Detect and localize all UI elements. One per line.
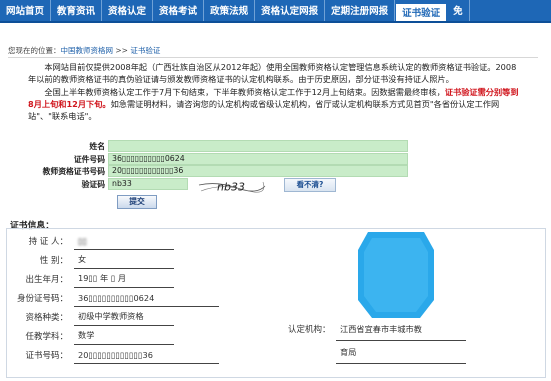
id-input[interactable]: 36▯▯▯▯▯▯▯▯▯▯0624 [108,153,408,165]
type-value: 初级中学教师资格 [74,310,174,326]
notice-paragraph-2: 全国上半年教师资格认定工作于7月下旬结束，下半年教师资格认定工作于12月上旬结束… [28,86,520,123]
cert-row: 教师资格证书号码 20▯▯▯▯▯▯▯▯▯▯▯▯36 [28,165,408,177]
breadcrumb-separator: >> [113,46,131,55]
nav-more[interactable]: 免 [447,0,470,21]
subject-value: 数学 [74,329,174,345]
captcha-image-text: nb33 [217,181,245,194]
subject-row: 任教学科： 数学 [4,325,174,345]
breadcrumb-divider [8,57,538,58]
captcha-row: 验证码 nb33 [28,178,188,190]
captcha-label: 验证码 [81,179,105,189]
birth-row: 出生年月： 19▯▯ 年 ▯ 月 [4,268,174,288]
nav-news[interactable]: 教育资讯 [51,0,103,21]
breadcrumb-prefix: 您现在的位置： [8,46,61,55]
name-row: 姓名 [28,140,408,152]
nav-cert-verify[interactable]: 证书验证 [395,2,448,21]
nav-exam[interactable]: 资格考试 [153,0,205,21]
cert-input[interactable]: 20▯▯▯▯▯▯▯▯▯▯▯▯36 [108,165,408,177]
birth-label: 出生年月： [25,275,68,285]
breadcrumb-current[interactable]: 证书验证 [130,46,160,55]
type-label: 资格种类： [25,313,68,323]
notice-p2-before: 全国上半年教师资格认定工作于7月下旬结束，下半年教师资格认定工作于12月上旬结束… [44,86,445,97]
name-input[interactable] [108,140,408,152]
certno-value: 20▯▯▯▯▯▯▯▯▯▯▯▯36 [74,350,219,364]
notice-paragraph-1: 本网站目前仅提供2008年起（广西壮族自治区从2012年起）使用全国教师资格认定… [28,62,517,85]
type-row: 资格种类： 初级中学教师资格 [4,306,174,326]
breadcrumb-home-link[interactable]: 中国教师资格网 [61,46,114,55]
gender-label: 性 别： [39,256,68,266]
org-label: 认定机构： [288,325,331,335]
holder-value: ▯▯ [74,236,174,250]
notice-text: 本网站目前仅提供2008年起（广西壮族自治区从2012年起）使用全国教师资格认定… [28,61,520,122]
idcard-label: 身份证号码： [16,294,68,304]
id-row: 证件号码 36▯▯▯▯▯▯▯▯▯▯0624 [28,153,408,165]
org-value-line-1: 江西省宜春市丰城市教 [336,318,466,341]
name-label: 姓名 [89,141,105,151]
refresh-captcha-button[interactable]: 看不清? [284,178,336,192]
submit-button[interactable]: 提交 [117,195,157,209]
captcha-input[interactable]: nb33 [108,178,188,190]
id-label: 证件号码 [73,154,105,164]
holder-label: 持 证 人： [28,237,68,247]
holder-photo [358,232,434,318]
gender-row: 性 别： 女 [4,249,174,269]
cert-label: 教师资格证书号码 [42,166,105,176]
holder-row: 持 证 人： ▯▯ [4,230,174,250]
top-nav: 网站首页 教育资讯 资格认定 资格考试 政策法规 资格认定网报 定期注册网报 证… [0,0,551,23]
org-value: 江西省宜春市丰城市教 育局 [336,318,466,364]
certno-row: 证书号码： 20▯▯▯▯▯▯▯▯▯▯▯▯36 [4,344,219,364]
captcha-image[interactable]: nb33 [197,179,267,194]
nav-cert-online[interactable]: 资格认定网报 [255,0,326,21]
certno-label: 证书号码： [25,351,68,361]
nav-registration-online[interactable]: 定期注册网报 [325,0,396,21]
idcard-value: 36▯▯▯▯▯▯▯▯▯▯0624 [74,293,219,307]
idcard-row: 身份证号码： 36▯▯▯▯▯▯▯▯▯▯0624 [4,287,219,307]
nav-certification[interactable]: 资格认定 [102,0,154,21]
birth-value: 19▯▯ 年 ▯ 月 [74,272,174,288]
breadcrumb: 您现在的位置：中国教师资格网 >> 证书验证 [8,45,160,56]
org-value-line-2: 育局 [336,341,466,364]
nav-policy[interactable]: 政策法规 [204,0,256,21]
nav-home[interactable]: 网站首页 [0,0,52,21]
subject-label: 任教学科： [25,332,68,342]
gender-value: 女 [74,253,174,269]
